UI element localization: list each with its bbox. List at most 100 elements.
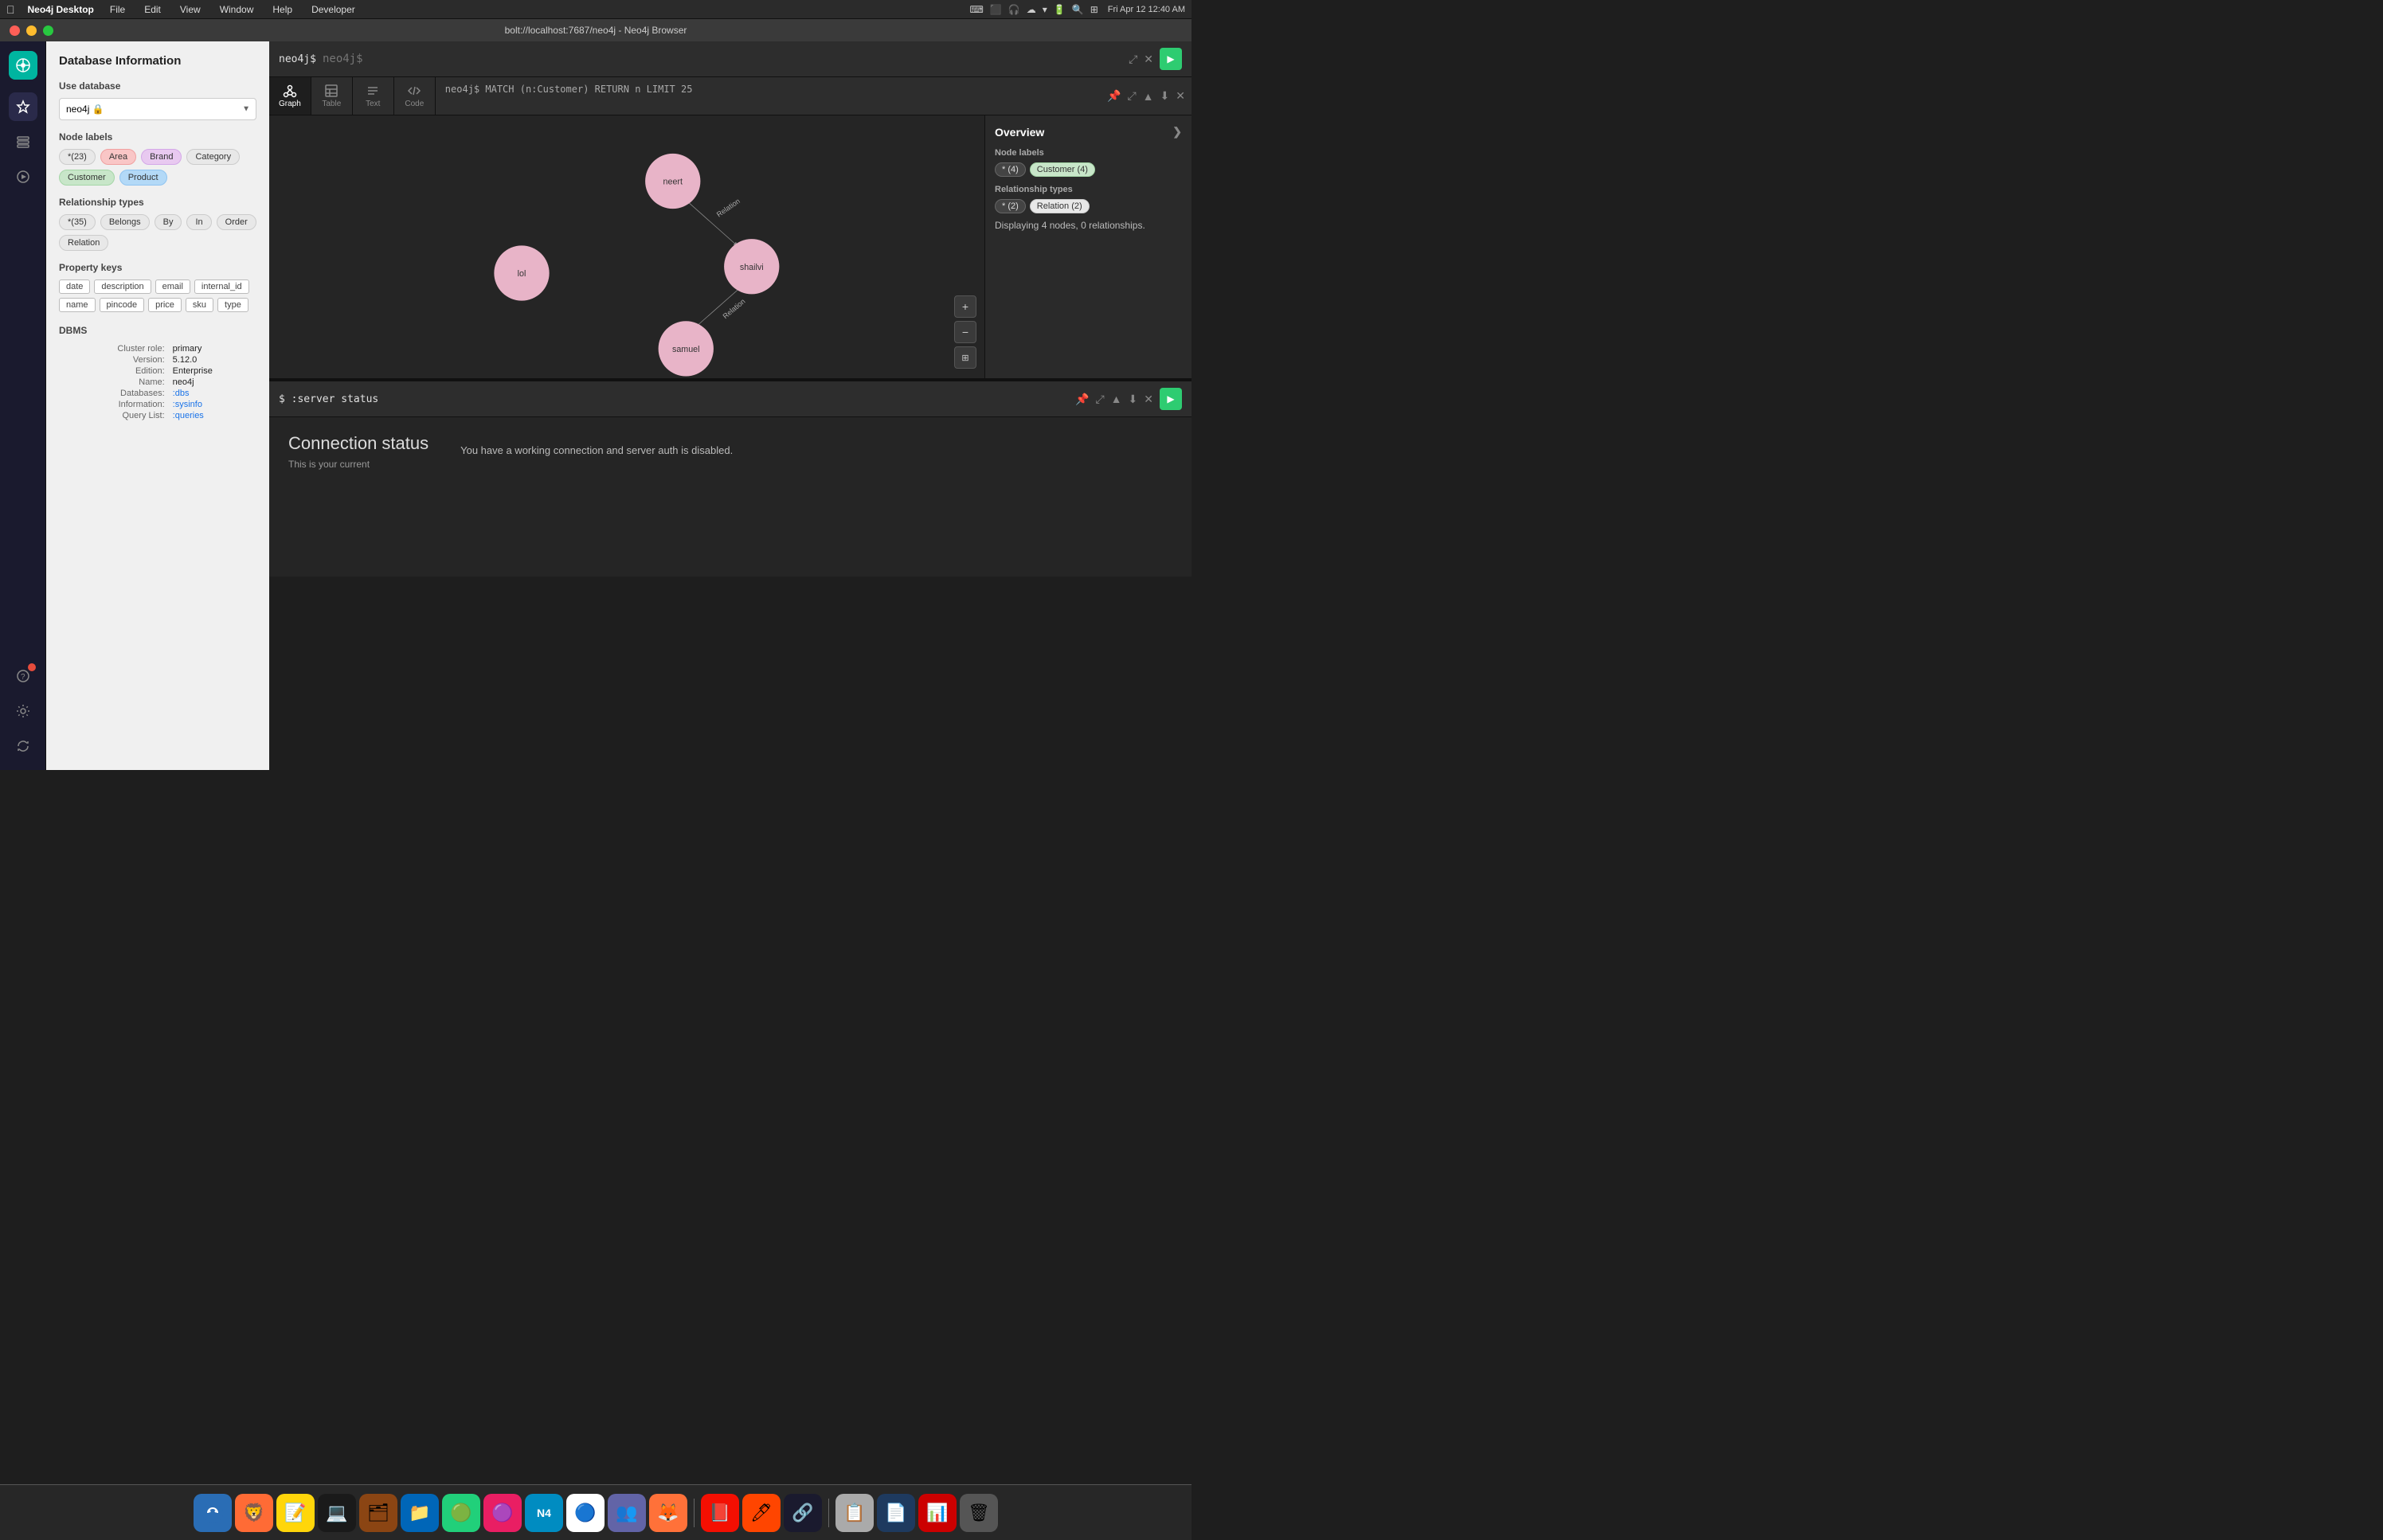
prop-email[interactable]: email xyxy=(155,279,190,294)
app-container: ? Database Information Use dat xyxy=(0,41,1192,770)
node-label-area[interactable]: Area xyxy=(100,149,136,165)
dock-divider-2 xyxy=(828,1499,829,1527)
sidebar-item-database[interactable] xyxy=(9,127,37,156)
menu-window[interactable]: Window xyxy=(217,4,257,15)
ov-rel-badge-relation[interactable]: Relation (2) xyxy=(1030,199,1090,213)
sidebar-item-settings[interactable] xyxy=(9,697,37,725)
collapse-result-icon[interactable]: ▲ xyxy=(1143,90,1154,103)
dock-neo4j[interactable]: N4 xyxy=(525,1494,563,1532)
download-result-icon[interactable]: ⬇ xyxy=(1160,89,1170,103)
overview-title: Overview ❯ xyxy=(995,125,1182,139)
rel-types-container: *(35) Belongs By In Order Relation xyxy=(59,214,256,251)
close-result-icon[interactable]: ✕ xyxy=(1176,89,1185,103)
dock-teams[interactable]: 👥 xyxy=(608,1494,646,1532)
rel-type-all[interactable]: *(35) xyxy=(59,214,96,230)
prop-sku[interactable]: sku xyxy=(186,298,213,312)
search-icon[interactable]: 🔍 xyxy=(1072,4,1084,15)
view-text-button[interactable]: Text xyxy=(353,77,394,115)
run-button-2[interactable]: ▶ xyxy=(1160,388,1182,410)
sidebar-item-help[interactable]: ? xyxy=(9,662,37,690)
window-title: bolt://localhost:7687/neo4j - Neo4j Brow… xyxy=(505,25,687,36)
ov-badge-customer[interactable]: Customer (4) xyxy=(1030,162,1095,177)
menu-edit[interactable]: Edit xyxy=(141,4,164,15)
rel-type-order[interactable]: Order xyxy=(217,214,256,230)
view-code-button[interactable]: Code xyxy=(394,77,436,115)
node-label-brand[interactable]: Brand xyxy=(141,149,182,165)
dock-files[interactable]: 📋 xyxy=(835,1494,874,1532)
view-graph-button[interactable]: Graph xyxy=(269,77,311,115)
minimize-button[interactable] xyxy=(26,25,37,36)
pin-icon-2[interactable]: 📌 xyxy=(1075,393,1089,406)
rel-type-in[interactable]: In xyxy=(186,214,211,230)
node-label-product[interactable]: Product xyxy=(119,170,167,186)
expand-result-icon[interactable]: ⤢ xyxy=(1127,89,1136,103)
menu-file[interactable]: File xyxy=(107,4,128,15)
node-label-all[interactable]: *(23) xyxy=(59,149,96,165)
rel-type-belongs[interactable]: Belongs xyxy=(100,214,150,230)
dock-acrobat[interactable]: 📕 xyxy=(701,1494,739,1532)
collapse-icon-2[interactable]: ▲ xyxy=(1111,393,1122,406)
edition-value: Enterprise xyxy=(173,366,255,376)
zoom-out-button[interactable]: − xyxy=(954,321,976,343)
maximize-button[interactable] xyxy=(43,25,53,36)
dock-item-8[interactable]: 🟣 xyxy=(483,1494,522,1532)
databases-link[interactable]: :dbs xyxy=(173,389,190,398)
close-icon-2[interactable]: ✕ xyxy=(1144,393,1153,406)
prop-description[interactable]: description xyxy=(94,279,151,294)
dock-item-18[interactable]: 📊 xyxy=(918,1494,957,1532)
query-input[interactable] xyxy=(323,53,1122,65)
neo4j-logo[interactable] xyxy=(9,51,37,80)
graph-area[interactable]: Relation Relation neert lol shai xyxy=(269,115,1192,378)
overview-title-text: Overview xyxy=(995,126,1044,139)
view-table-button[interactable]: Table xyxy=(311,77,353,115)
connection-status-sub: This is your current xyxy=(288,459,428,470)
rel-type-by[interactable]: By xyxy=(155,214,182,230)
information-link[interactable]: :sysinfo xyxy=(173,400,202,409)
expand-icon[interactable]: ⤢ xyxy=(1129,53,1137,66)
ov-badge-all[interactable]: * (4) xyxy=(995,162,1026,177)
node-label-category[interactable]: Category xyxy=(186,149,240,165)
apple-icon[interactable]:  xyxy=(6,3,15,16)
close-query-icon[interactable]: ✕ xyxy=(1144,53,1153,66)
run-query-button[interactable]: ▶ xyxy=(1160,48,1182,70)
menu-view[interactable]: View xyxy=(177,4,204,15)
prop-date[interactable]: date xyxy=(59,279,90,294)
database-select[interactable]: neo4j 🔒 xyxy=(59,98,256,120)
prop-pincode[interactable]: pincode xyxy=(100,298,145,312)
dock-pycharm[interactable]: 🟢 xyxy=(442,1494,480,1532)
zoom-fit-button[interactable]: ⊞ xyxy=(954,346,976,369)
prop-price[interactable]: price xyxy=(148,298,182,312)
dock-finder[interactable] xyxy=(194,1494,232,1532)
zoom-in-button[interactable]: + xyxy=(954,295,976,318)
overview-expand-icon[interactable]: ❯ xyxy=(1172,125,1182,139)
dock-item-17[interactable]: 📄 xyxy=(877,1494,915,1532)
sidebar-item-play[interactable] xyxy=(9,162,37,191)
menu-help[interactable]: Help xyxy=(269,4,295,15)
dock-trash[interactable]: 🗑 xyxy=(960,1494,998,1532)
dock-item-5[interactable]: 🗂 xyxy=(359,1494,397,1532)
dock-item-14[interactable]: 🖊 xyxy=(742,1494,781,1532)
sidebar-item-favorites[interactable] xyxy=(9,92,37,121)
dock-terminal[interactable]: 💻 xyxy=(318,1494,356,1532)
dock-item-15[interactable]: 🔗 xyxy=(784,1494,822,1532)
expand-icon-2[interactable]: ⤢ xyxy=(1095,393,1104,406)
dock-chrome[interactable]: 🔵 xyxy=(566,1494,605,1532)
prop-name[interactable]: name xyxy=(59,298,96,312)
prop-type[interactable]: type xyxy=(217,298,248,312)
rel-type-relation[interactable]: Relation xyxy=(59,235,108,251)
sidebar-item-refresh[interactable] xyxy=(9,732,37,760)
close-button[interactable] xyxy=(10,25,20,36)
prop-internal-id[interactable]: internal_id xyxy=(194,279,249,294)
menu-developer[interactable]: Developer xyxy=(308,4,358,15)
query-list-link[interactable]: :queries xyxy=(173,411,204,420)
download-icon-2[interactable]: ⬇ xyxy=(1129,393,1138,406)
dock-browser-brave[interactable]: 🦁 xyxy=(235,1494,273,1532)
control-center-icon[interactable]: ⊞ xyxy=(1090,4,1098,15)
rel-types-title: Relationship types xyxy=(59,197,256,208)
dock-firefox[interactable]: 🦊 xyxy=(649,1494,687,1532)
dock-vscode[interactable]: 📁 xyxy=(401,1494,439,1532)
dock-notes[interactable]: 📝 xyxy=(276,1494,315,1532)
pin-icon[interactable]: 📌 xyxy=(1107,89,1121,103)
node-label-customer[interactable]: Customer xyxy=(59,170,115,186)
ov-rel-badge-all[interactable]: * (2) xyxy=(995,199,1026,213)
